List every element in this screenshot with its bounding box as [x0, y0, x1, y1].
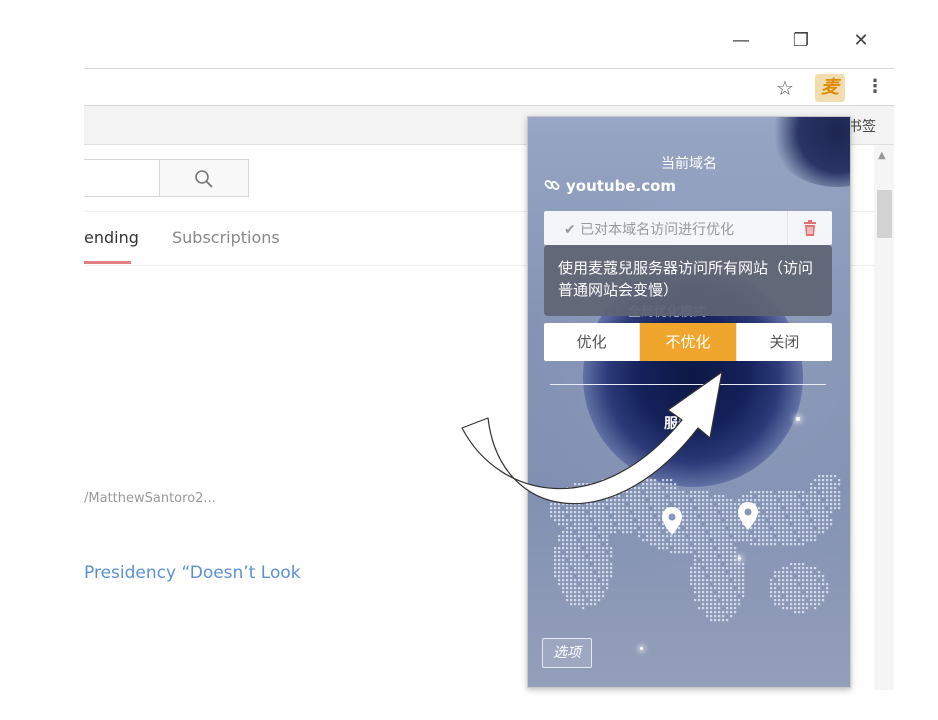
- mode-tooltip: 使用麦蔻兒服务器访问所有网站（访问普通网站会变慢）: [544, 245, 832, 316]
- location-pin-icon: [738, 502, 758, 530]
- tab-trending[interactable]: ending: [84, 228, 139, 247]
- world-map: [550, 475, 841, 622]
- location-pin-icon: [662, 507, 682, 535]
- server-label[interactable]: 服务器: [664, 413, 706, 433]
- search-input[interactable]: [84, 159, 160, 197]
- search-icon: [195, 170, 213, 188]
- restore-button[interactable]: ❐: [786, 30, 816, 51]
- optimization-status: ✔ 已对本域名访问进行优化: [544, 211, 832, 245]
- decorative-star: [796, 417, 800, 421]
- search-button[interactable]: [159, 159, 249, 197]
- decorative-glow: [768, 117, 850, 187]
- mode-off-button[interactable]: 关闭: [737, 323, 832, 361]
- options-button[interactable]: 选项: [542, 638, 592, 668]
- divider: [550, 384, 826, 385]
- extension-popup: 当前域名 youtube.com ✔ 已对本域名访问进行优化 全局优化模式 优化…: [527, 116, 851, 688]
- tab-subscriptions[interactable]: Subscriptions: [172, 228, 280, 247]
- link-icon: [544, 180, 560, 190]
- close-button[interactable]: ✕: [846, 30, 876, 51]
- optimization-status-text: ✔ 已对本域名访问进行优化: [564, 222, 735, 238]
- address-bar[interactable]: [84, 68, 894, 106]
- active-tab-underline: [84, 261, 131, 264]
- mode-segmented-control: 优化 不优化 关闭: [544, 323, 832, 361]
- bookmark-star-icon[interactable]: ☆: [776, 76, 794, 100]
- minimize-button[interactable]: —: [726, 30, 756, 51]
- mode-no-optimize-button[interactable]: 不优化: [640, 323, 737, 361]
- extension-icon[interactable]: 麦: [815, 74, 845, 102]
- scrollbar-thumb[interactable]: [877, 190, 892, 238]
- video-url[interactable]: /MatthewSantoro2...: [84, 491, 216, 506]
- scroll-up-icon[interactable]: ▲: [878, 150, 886, 161]
- current-domain-title: 当前域名: [661, 156, 717, 172]
- mode-optimize-button[interactable]: 优化: [544, 323, 641, 361]
- video-title-link[interactable]: Presidency “Doesn’t Look: [84, 563, 301, 583]
- trash-icon[interactable]: [787, 211, 832, 245]
- menu-dots-icon[interactable]: ⋮: [866, 76, 884, 97]
- domain-row: youtube.com: [544, 177, 676, 195]
- domain-name: youtube.com: [566, 177, 677, 195]
- bookmarks-label[interactable]: 书签: [848, 116, 876, 136]
